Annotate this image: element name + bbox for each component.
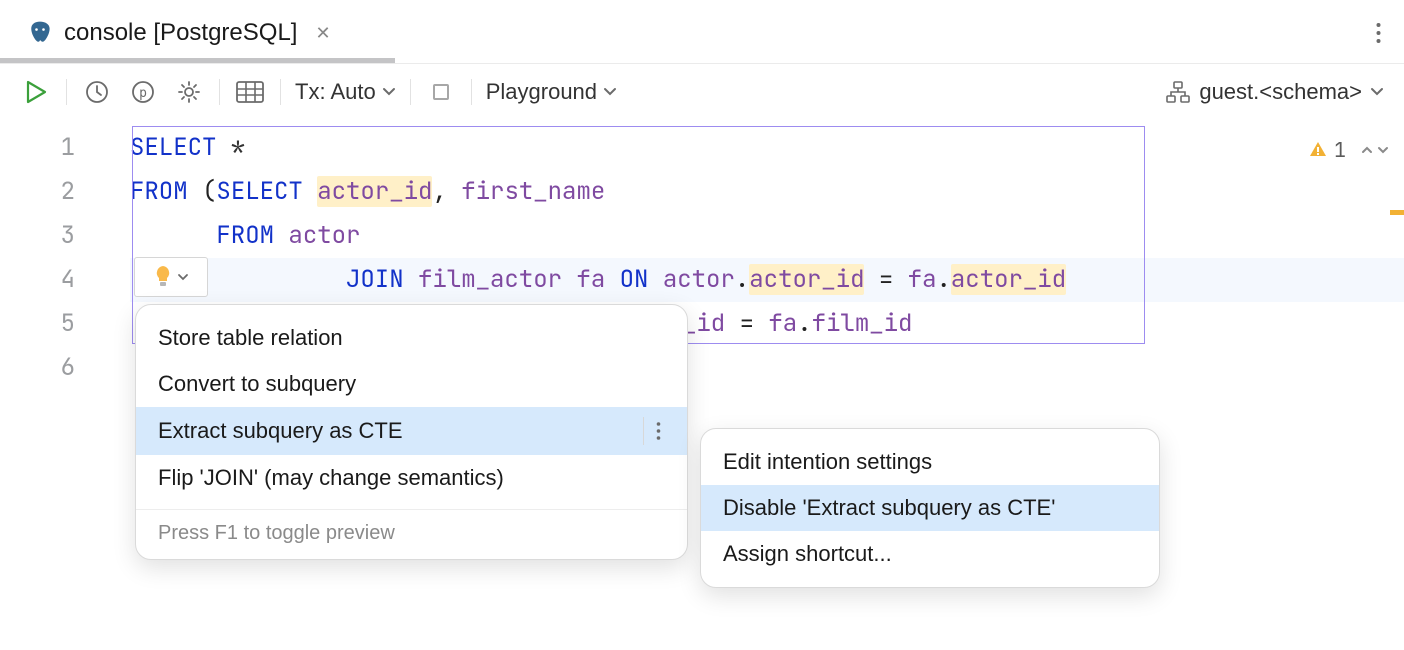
gutter: 1 2 3 4 5 6 bbox=[0, 120, 130, 390]
editor-tab[interactable]: console [PostgreSQL] ✕ bbox=[12, 9, 345, 57]
settings-button[interactable] bbox=[173, 76, 205, 108]
lightbulb-icon bbox=[153, 265, 173, 289]
stop-icon bbox=[433, 84, 449, 100]
tab-title: console [PostgreSQL] bbox=[64, 19, 297, 47]
submenu-item[interactable]: Assign shortcut... bbox=[701, 531, 1159, 577]
line-number: 6 bbox=[0, 346, 75, 390]
run-button[interactable] bbox=[20, 76, 52, 108]
line-number: 3 bbox=[0, 214, 75, 258]
line-number: 1 bbox=[0, 126, 75, 170]
schema-icon bbox=[1165, 81, 1191, 103]
tab-overflow-button[interactable] bbox=[1364, 19, 1392, 47]
line-number: 5 bbox=[0, 302, 75, 346]
chevron-down-icon bbox=[382, 87, 396, 97]
inspection-summary[interactable]: 1 bbox=[1308, 128, 1390, 172]
postgresql-icon bbox=[26, 19, 54, 47]
intention-action-item[interactable]: Extract subquery as CTE bbox=[136, 407, 687, 455]
line-number: 4 bbox=[0, 258, 75, 302]
intention-footer-hint: Press F1 to toggle preview bbox=[136, 509, 687, 559]
schema-dropdown[interactable]: guest.<schema> bbox=[1165, 79, 1384, 105]
schema-text: guest.<schema> bbox=[1199, 79, 1362, 105]
intention-actions-popup: Store table relation Convert to subquery… bbox=[135, 304, 688, 560]
chevron-down-icon bbox=[177, 273, 189, 281]
intention-submenu: Edit intention settings Disable 'Extract… bbox=[700, 428, 1160, 588]
chevron-down-icon bbox=[1370, 87, 1384, 97]
intention-action-item[interactable]: Convert to subquery bbox=[136, 361, 687, 407]
intention-action-item[interactable]: Store table relation bbox=[136, 315, 687, 361]
chevron-down-icon bbox=[603, 87, 617, 97]
chevron-down-icon[interactable] bbox=[1376, 143, 1390, 157]
intention-action-item[interactable]: Flip 'JOIN' (may change semantics) bbox=[136, 455, 687, 501]
kebab-icon[interactable] bbox=[652, 421, 665, 441]
chevron-up-icon[interactable] bbox=[1360, 143, 1374, 157]
warning-icon bbox=[1308, 140, 1328, 160]
session-label: Playground bbox=[486, 79, 597, 105]
close-icon[interactable]: ✕ bbox=[315, 23, 330, 44]
tx-mode-label: Tx: Auto bbox=[295, 79, 376, 105]
submenu-item[interactable]: Disable 'Extract subquery as CTE' bbox=[701, 485, 1159, 531]
error-stripe-mark[interactable] bbox=[1390, 210, 1404, 215]
stop-button[interactable] bbox=[425, 76, 457, 108]
session-dropdown[interactable]: Playground bbox=[486, 79, 617, 105]
tx-mode-dropdown[interactable]: Tx: Auto bbox=[295, 79, 396, 105]
explain-plan-button[interactable]: p bbox=[127, 76, 159, 108]
line-number: 2 bbox=[0, 170, 75, 214]
svg-text:p: p bbox=[139, 86, 147, 101]
data-view-button[interactable] bbox=[234, 76, 266, 108]
history-button[interactable] bbox=[81, 76, 113, 108]
submenu-item[interactable]: Edit intention settings bbox=[701, 439, 1159, 485]
inspection-count: 1 bbox=[1334, 128, 1346, 172]
intention-bulb[interactable] bbox=[134, 257, 208, 297]
